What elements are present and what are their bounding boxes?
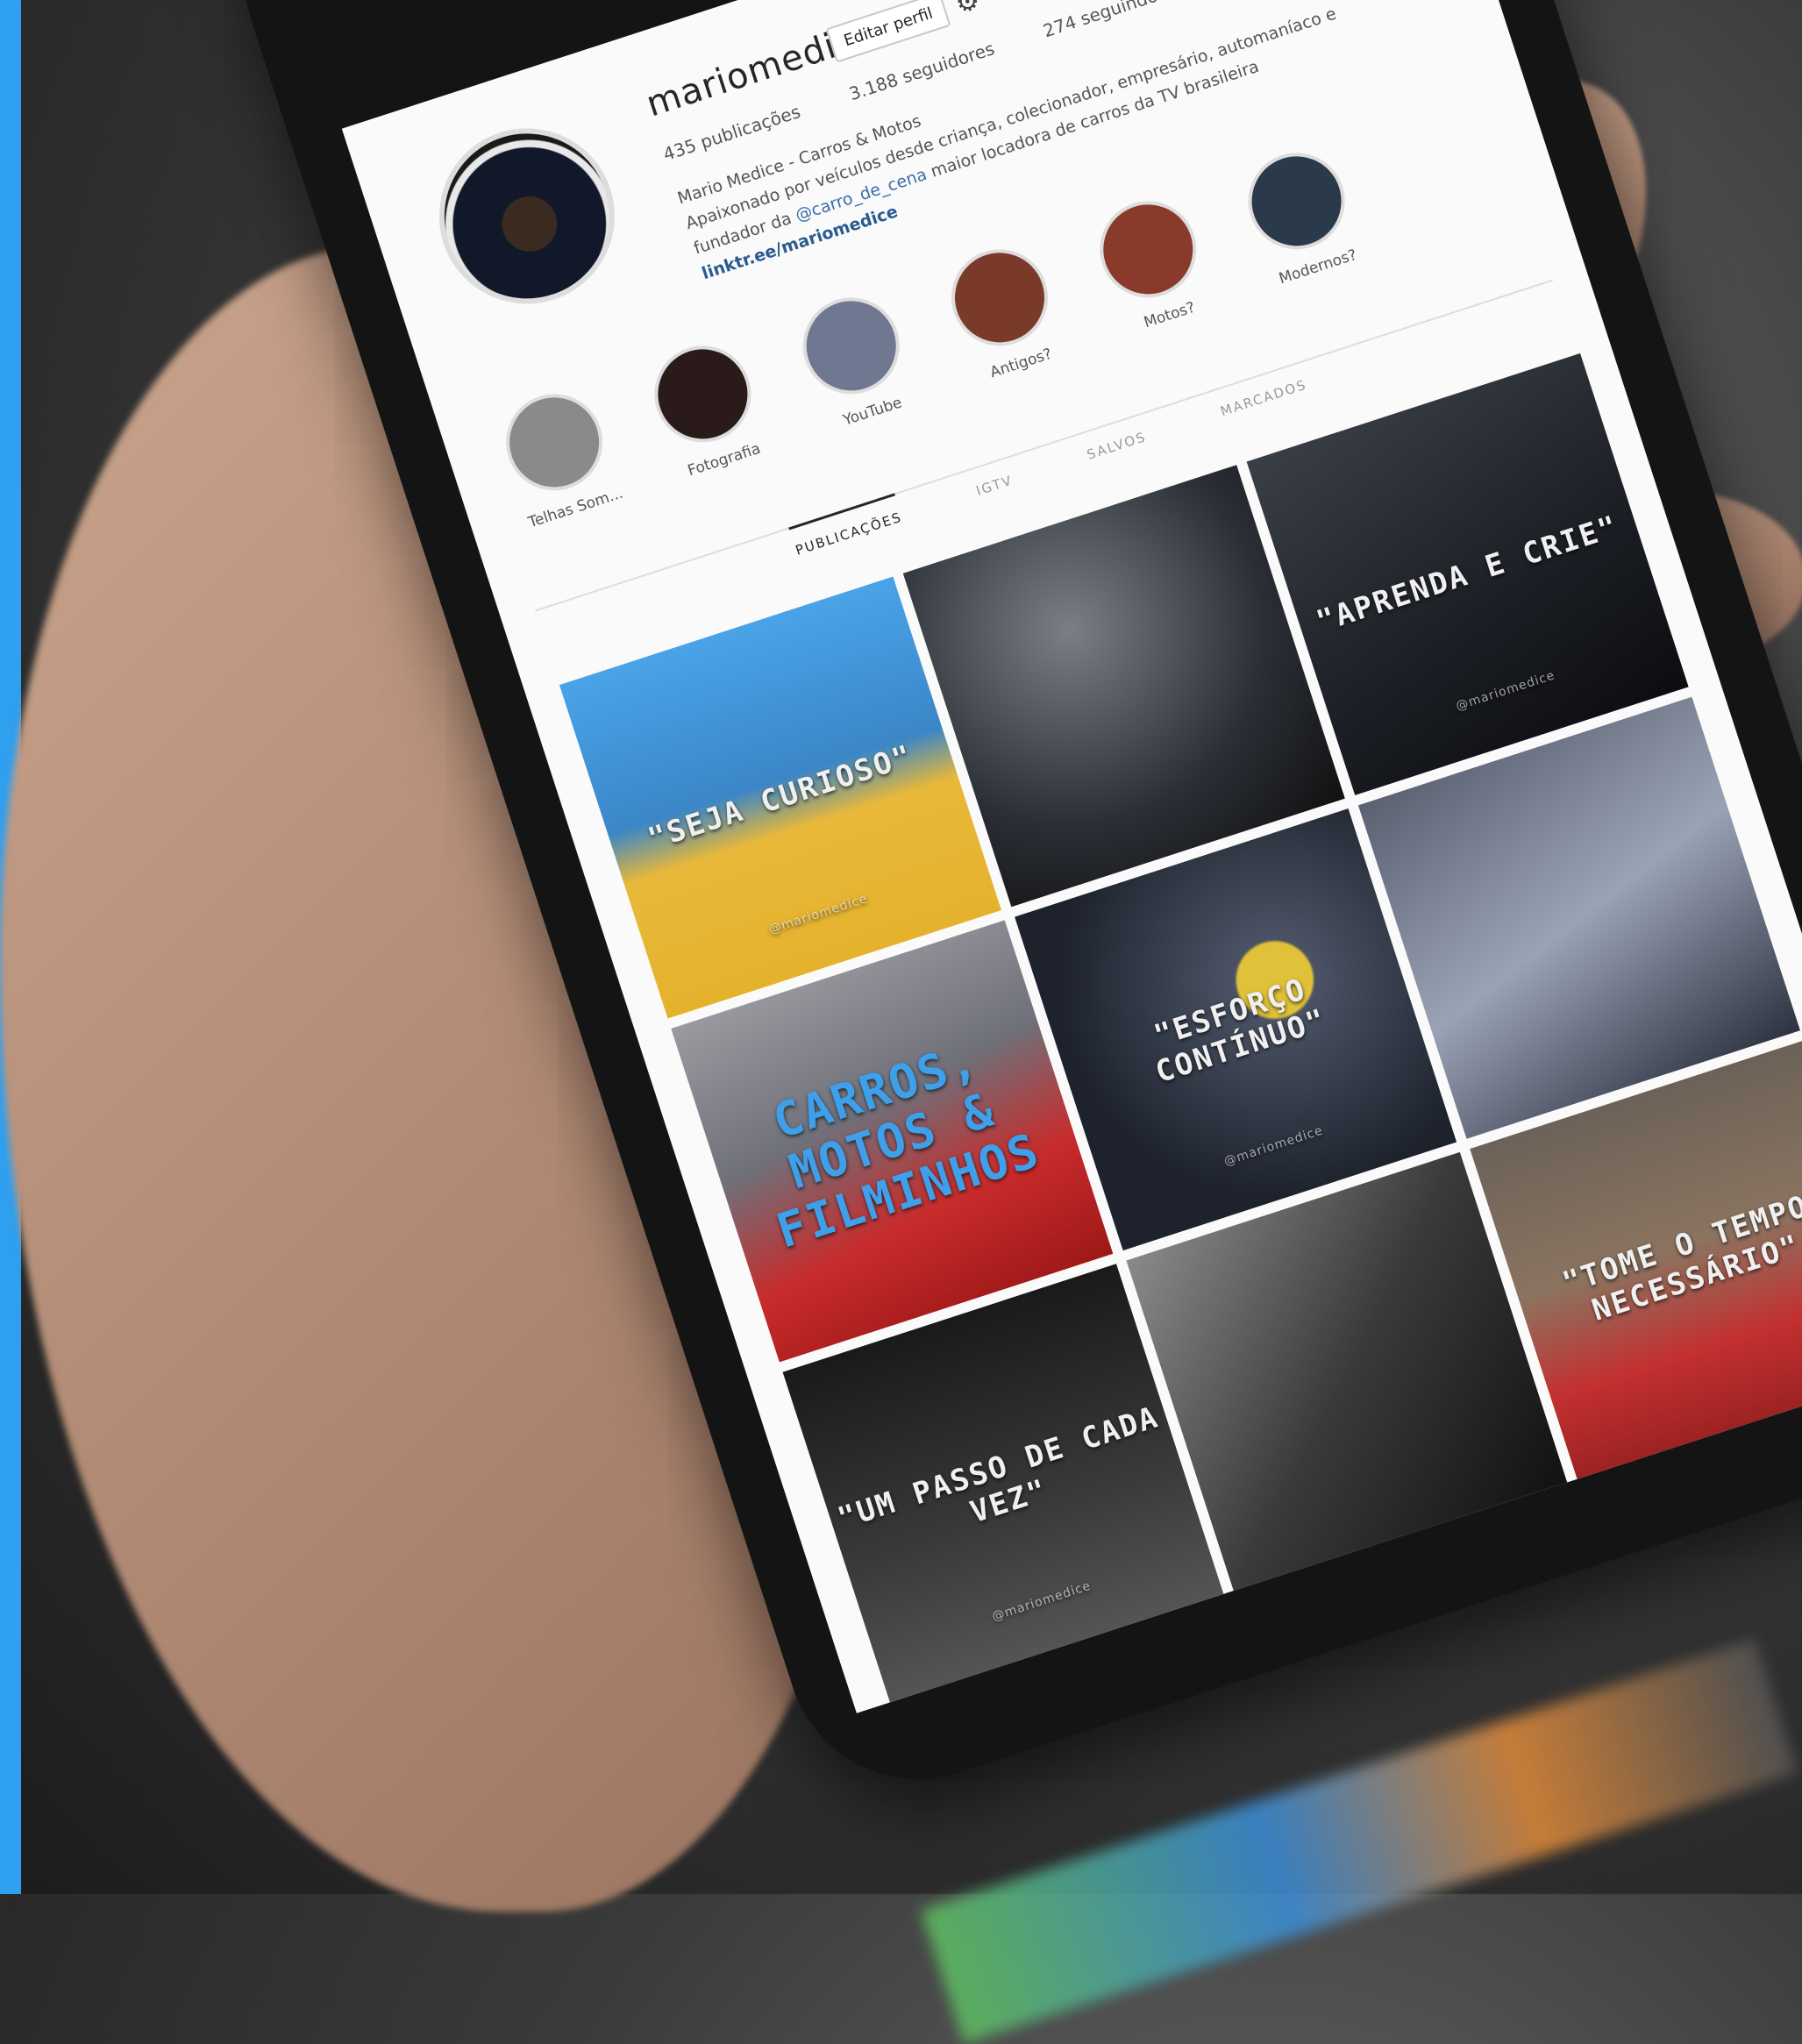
tab-marcados[interactable]: MARCADOS <box>1214 363 1316 441</box>
highlight-label: Modernos? <box>1277 246 1359 288</box>
highlight-label: Fotografia <box>685 439 763 481</box>
story-highlight[interactable]: Antigos? <box>935 236 1089 435</box>
tab-salvos[interactable]: SALVOS <box>1080 416 1155 485</box>
story-highlight[interactable]: YouTube <box>787 284 941 483</box>
story-highlight[interactable]: Fotografia <box>637 332 792 531</box>
highlight-label: Telhas Som... <box>526 484 625 532</box>
post-caption-text: CARROS, MOTOS & FILMINHOS <box>766 1031 1047 1259</box>
post-caption-text: "SEJA CURIOSO" <box>644 737 917 858</box>
highlight-cover <box>1236 140 1357 262</box>
post-caption-text: "ESFORÇO CONTÍNUO" <box>1150 972 1331 1091</box>
tab-igtv[interactable]: IGTV <box>970 459 1022 520</box>
highlight-cover <box>790 285 913 407</box>
gear-icon[interactable]: ⚙ <box>951 0 983 20</box>
story-highlight[interactable]: Modernos? <box>1232 139 1386 338</box>
highlight-label: Motos? <box>1142 298 1198 332</box>
post-caption-text: "APRENDA E CRIE" <box>1312 509 1623 640</box>
highlight-label: YouTube <box>841 394 905 430</box>
story-highlight[interactable]: Telhas Som... <box>489 381 644 580</box>
post-caption-text: "TOME O TEMPO NECESSÁRIO" <box>1557 1188 1802 1328</box>
post-watermark-handle: @mariomedice <box>990 1578 1093 1625</box>
edit-profile-button[interactable]: Editar perfil <box>825 0 951 63</box>
post-caption-text: "UM PASSO DE CADA VEZ" <box>833 1399 1164 1537</box>
highlight-cover <box>1086 189 1209 310</box>
highlight-cover <box>642 333 764 455</box>
story-highlight[interactable]: Motos? <box>1083 188 1237 387</box>
highlight-cover <box>938 237 1061 359</box>
highlight-label: Antigos? <box>987 345 1055 382</box>
highlight-cover <box>493 381 616 503</box>
avatar[interactable] <box>416 105 637 327</box>
tab-publicações[interactable]: PUBLICAÇÕES <box>788 493 911 580</box>
